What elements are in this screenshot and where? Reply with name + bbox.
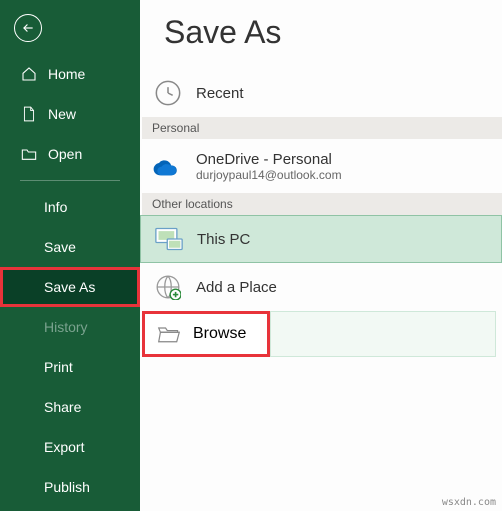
clock-icon bbox=[152, 77, 184, 109]
sidebar-item-label: Open bbox=[48, 146, 82, 162]
onedrive-title: OneDrive - Personal bbox=[196, 151, 342, 168]
watermark: wsxdn.com bbox=[442, 497, 496, 508]
location-text: OneDrive - Personal durjoypaul14@outlook… bbox=[196, 151, 342, 182]
sidebar-item-save[interactable]: Save bbox=[0, 227, 140, 267]
onedrive-account: durjoypaul14@outlook.com bbox=[196, 168, 342, 182]
folder-open-icon bbox=[155, 320, 183, 348]
sidebar-item-label: Info bbox=[44, 199, 67, 215]
sidebar-item-share[interactable]: Share bbox=[0, 387, 140, 427]
new-file-icon bbox=[20, 106, 38, 122]
sidebar-item-info[interactable]: Info bbox=[0, 187, 140, 227]
open-folder-icon bbox=[20, 147, 38, 161]
sidebar-divider bbox=[20, 180, 120, 181]
location-label: Recent bbox=[196, 85, 244, 102]
sidebar-item-label: Save bbox=[44, 239, 76, 255]
sidebar-item-label: New bbox=[48, 106, 76, 122]
sidebar-item-publish[interactable]: Publish bbox=[0, 467, 140, 507]
sidebar-item-label: Publish bbox=[44, 479, 90, 495]
page-title: Save As bbox=[140, 10, 502, 69]
location-label: Add a Place bbox=[196, 279, 277, 296]
section-personal: Personal bbox=[142, 117, 502, 139]
add-place-icon bbox=[152, 271, 184, 303]
sidebar-item-label: Print bbox=[44, 359, 73, 375]
onedrive-icon bbox=[152, 150, 184, 182]
this-pc-icon bbox=[153, 223, 185, 255]
sidebar-item-export[interactable]: Export bbox=[0, 427, 140, 467]
location-recent[interactable]: Recent bbox=[140, 69, 502, 117]
sidebar-item-home[interactable]: Home bbox=[0, 54, 140, 94]
sidebar-item-save-as[interactable]: Save As bbox=[0, 267, 140, 307]
sidebar-item-label: Save As bbox=[44, 279, 95, 295]
sidebar-item-label: Share bbox=[44, 399, 81, 415]
browse-row: Browse bbox=[142, 311, 502, 357]
sidebar-item-label: Export bbox=[44, 439, 84, 455]
location-label: This PC bbox=[197, 231, 250, 248]
section-other: Other locations bbox=[142, 193, 502, 215]
sidebar-item-label: History bbox=[44, 319, 88, 335]
location-onedrive[interactable]: OneDrive - Personal durjoypaul14@outlook… bbox=[140, 139, 502, 193]
home-icon bbox=[20, 66, 38, 82]
backstage-view: Home New Open Info Save Save As History … bbox=[0, 0, 502, 511]
location-add-place[interactable]: Add a Place bbox=[140, 263, 502, 311]
browse-button[interactable]: Browse bbox=[142, 311, 270, 357]
sidebar-item-open[interactable]: Open bbox=[0, 134, 140, 174]
back-arrow-icon bbox=[21, 21, 35, 35]
location-this-pc[interactable]: This PC bbox=[140, 215, 502, 263]
path-box[interactable] bbox=[270, 311, 496, 357]
sidebar-item-label: Home bbox=[48, 66, 85, 82]
back-button[interactable] bbox=[14, 14, 42, 42]
sidebar-item-new[interactable]: New bbox=[0, 94, 140, 134]
sidebar-item-print[interactable]: Print bbox=[0, 347, 140, 387]
main-panel: Save As Recent Personal OneDrive - Perso… bbox=[140, 0, 502, 511]
sidebar: Home New Open Info Save Save As History … bbox=[0, 0, 140, 511]
sidebar-item-history: History bbox=[0, 307, 140, 347]
browse-label: Browse bbox=[193, 325, 246, 343]
